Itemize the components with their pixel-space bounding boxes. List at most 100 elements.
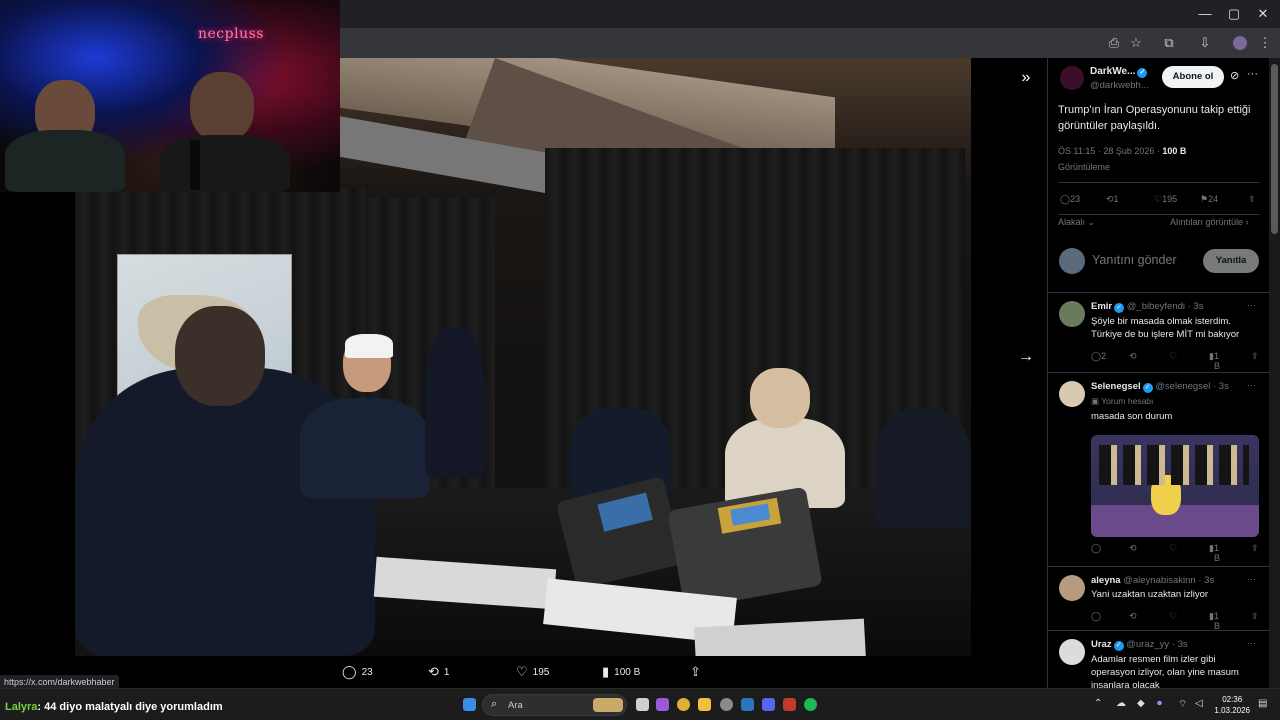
like-action[interactable]: ♡ 195: [516, 660, 549, 684]
tweet-repost-stat[interactable]: ⟲ 1: [1106, 194, 1119, 205]
reply-author[interactable]: Emir ✓ @_bibeyfendi · 3s: [1091, 301, 1203, 313]
profile-avatar[interactable]: [1233, 36, 1247, 50]
discord-icon[interactable]: [762, 698, 775, 711]
heart-icon: ♡: [516, 664, 528, 679]
author-handle[interactable]: @darkwebh...: [1090, 80, 1149, 91]
reply-views-action[interactable]: ▮ 1 B: [1209, 543, 1220, 563]
share-action[interactable]: ⇪: [690, 660, 706, 684]
more-options-icon[interactable]: ···: [1247, 68, 1258, 80]
reply-more-icon[interactable]: ···: [1247, 300, 1256, 310]
reply-more-icon[interactable]: ···: [1247, 574, 1256, 584]
share-icon[interactable]: ⇪: [1251, 611, 1259, 622]
tweet-views-label: Görüntüleme: [1058, 162, 1111, 172]
chrome-icon[interactable]: [677, 698, 690, 711]
reply-input[interactable]: Yanıtını gönder: [1092, 253, 1177, 267]
grok-icon[interactable]: ⊘: [1230, 69, 1239, 82]
reply-avatar[interactable]: [1059, 301, 1085, 327]
reply-author[interactable]: aleyna @aleynabisakinn · 3s: [1091, 575, 1214, 586]
streamer-body: [5, 130, 125, 192]
tray-chevron-icon[interactable]: ⌃: [1094, 698, 1102, 709]
reply-like-action[interactable]: ♡: [1169, 611, 1177, 622]
view-quotes-link[interactable]: Alıntıları görüntüle ›: [1170, 217, 1249, 227]
app-icon[interactable]: [720, 698, 733, 711]
file-explorer-icon[interactable]: [698, 698, 711, 711]
chat-username: Lalyra: [5, 701, 38, 713]
neon-logo: necpluss: [198, 26, 264, 42]
reply-views-action[interactable]: ▮ 1 B: [1209, 351, 1220, 371]
reply-repost-action[interactable]: ⟲: [1129, 611, 1137, 622]
author-name[interactable]: DarkWe... ✓: [1090, 66, 1148, 78]
scrollbar-thumb[interactable]: [1271, 64, 1278, 234]
reply-reply-action[interactable]: ◯ 2: [1091, 351, 1106, 362]
person-head: [175, 306, 265, 406]
system-clock[interactable]: 02:36 1.03.2026: [1214, 694, 1250, 716]
share-icon[interactable]: ⇪: [1248, 194, 1256, 205]
task-view-icon[interactable]: [636, 698, 649, 711]
volume-icon[interactable]: ◁: [1195, 698, 1203, 709]
reply-author[interactable]: Selenegsel ✓ @selenegsel · 3s: [1091, 381, 1229, 393]
search-placeholder: Ara: [508, 700, 523, 711]
share-icon: ⇪: [690, 664, 701, 679]
reply-image[interactable]: [1091, 435, 1259, 537]
follow-button[interactable]: Abone ol: [1162, 66, 1224, 88]
author-avatar[interactable]: [1060, 66, 1084, 90]
reply-text: Adamlar resmen film izler gibi operasyon…: [1091, 654, 1239, 688]
minimize-button[interactable]: —: [1192, 4, 1218, 24]
windows-start-icon[interactable]: [463, 698, 476, 711]
tray-app-icon[interactable]: ☁: [1116, 698, 1126, 709]
taskbar-search[interactable]: ⌕ Ara: [482, 694, 627, 716]
taskbar: Lalyra: 44 diyo malatyalı diye yorumladı…: [0, 688, 1280, 720]
reply-like-action[interactable]: ♡: [1169, 351, 1177, 362]
reply-item[interactable]: Emir ✓ @_bibeyfendi · 3s ··· Şöyle bir ma…: [1048, 293, 1269, 373]
extensions-icon[interactable]: ⧉: [1160, 34, 1178, 52]
collapse-panel-icon[interactable]: »: [1015, 67, 1037, 89]
bookmark-star-icon[interactable]: ☆: [1127, 34, 1145, 52]
scrollbar[interactable]: [1269, 58, 1280, 688]
install-icon[interactable]: ⎙: [1105, 34, 1123, 52]
downloads-icon[interactable]: ⇩: [1196, 34, 1214, 52]
tweet-bookmark-stat[interactable]: ⚑ 24: [1200, 194, 1218, 205]
tray-app-icon[interactable]: ◆: [1137, 698, 1145, 709]
tweet-timestamp[interactable]: ÖS 11:15 · 28 Şub 2026 ·: [1058, 146, 1162, 156]
reply-button[interactable]: Yanıtla: [1203, 249, 1259, 273]
tweet-like-stat[interactable]: ♡ 195: [1154, 194, 1177, 205]
reply-repost-action[interactable]: ⟲: [1129, 543, 1137, 554]
reply-reply-action[interactable]: ◯: [1091, 543, 1101, 554]
tweet-reply-stat[interactable]: ◯ 23: [1060, 194, 1080, 205]
app-icon[interactable]: [783, 698, 796, 711]
app-icon[interactable]: [656, 698, 669, 711]
next-image-arrow-icon[interactable]: →: [1015, 346, 1037, 368]
reply-avatar[interactable]: [1059, 639, 1085, 665]
reply-text: Şöyle bir masada olmak isterdim. Türkiye…: [1091, 316, 1240, 340]
reply-avatar[interactable]: [1059, 575, 1085, 601]
reply-views-action[interactable]: ▮ 1 B: [1209, 611, 1220, 631]
reply-reply-action[interactable]: ◯: [1091, 611, 1101, 622]
search-highlight-icon: [593, 698, 623, 712]
close-button[interactable]: ✕: [1250, 4, 1276, 24]
steam-icon[interactable]: [741, 698, 754, 711]
share-icon[interactable]: ⇪: [1251, 351, 1259, 362]
reply-item[interactable]: aleyna @aleynabisakinn · 3s ··· Yani uza…: [1048, 567, 1269, 631]
notifications-icon[interactable]: ▤: [1258, 698, 1267, 709]
reply-like-action[interactable]: ♡: [1169, 543, 1177, 554]
share-icon[interactable]: ⇪: [1251, 543, 1259, 554]
reply-tag: ▣ Yorum hesabı: [1091, 396, 1154, 406]
reply-more-icon[interactable]: ···: [1247, 638, 1256, 648]
reply-avatar[interactable]: [1059, 381, 1085, 407]
reply-item[interactable]: Selenegsel ✓ @selenegsel · 3s ··· ▣ Yorum…: [1048, 373, 1269, 565]
verified-badge-icon: ✓: [1137, 68, 1148, 78]
repost-action[interactable]: ⟲ 1: [428, 660, 449, 684]
views-action[interactable]: ▮ 100 B: [602, 660, 640, 684]
reply-repost-action[interactable]: ⟲: [1129, 351, 1137, 362]
reply-more-icon[interactable]: ···: [1247, 380, 1256, 390]
menu-kebab-icon[interactable]: ⋮: [1256, 34, 1274, 52]
reply-action[interactable]: ◯ 23: [342, 660, 373, 684]
spotify-icon[interactable]: [804, 698, 817, 711]
mic-icon[interactable]: ⏺: [1157, 698, 1162, 709]
reply-item[interactable]: Uraz ✓ @uraz_yy · 3s ··· Adamlar resmen f…: [1048, 631, 1269, 688]
reply-author[interactable]: Uraz ✓ @uraz_yy · 3s: [1091, 639, 1188, 651]
maximize-button[interactable]: ▢: [1221, 4, 1247, 24]
sort-dropdown[interactable]: Alakalı ⌄: [1058, 217, 1095, 228]
person: [425, 328, 485, 478]
wifi-icon[interactable]: ⌔: [1178, 698, 1187, 711]
